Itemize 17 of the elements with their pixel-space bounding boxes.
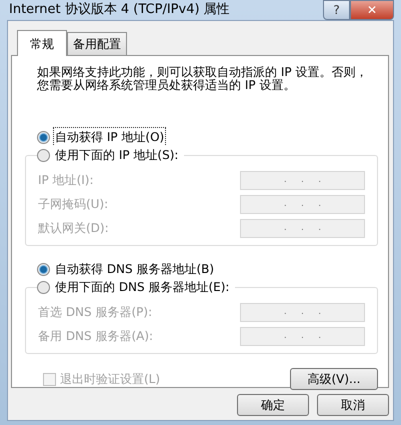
field-label: 子网掩码(U): — [38, 196, 108, 213]
tab[interactable]: 常规 — [17, 30, 67, 56]
field-label: 默认网关(D): — [38, 220, 109, 237]
radio-label: 使用下面的 DNS 服务器地址(E): — [54, 279, 230, 296]
description-text: 如果网络支持此功能，则可以获取自动指派的 IP 设置。否则，您需要从网络系统管理员处获得适当的 IP 设置。 — [37, 66, 368, 92]
field-label: 首选 DNS 服务器(P): — [38, 304, 152, 321]
advanced-button[interactable]: 高级(V)... — [290, 368, 378, 390]
radio-label: 自动获得 DNS 服务器地址(B) — [54, 261, 216, 278]
help-button[interactable]: ? — [323, 0, 350, 20]
tab[interactable]: 备用配置 — [67, 32, 127, 55]
dialog-button[interactable]: 取消 — [317, 394, 389, 416]
window-title: Internet 协议版本 4 (TCP/IPv4) 属性 — [8, 1, 230, 20]
field-label: 备用 DNS 服务器(A): — [38, 328, 154, 345]
field-label: IP 地址(I): — [38, 172, 94, 189]
checkbox-label: 退出时验证设置(L) — [60, 371, 160, 388]
radio-label: 使用下面的 IP 地址(S): — [54, 147, 180, 164]
dialog-button[interactable]: 确定 — [237, 394, 309, 416]
